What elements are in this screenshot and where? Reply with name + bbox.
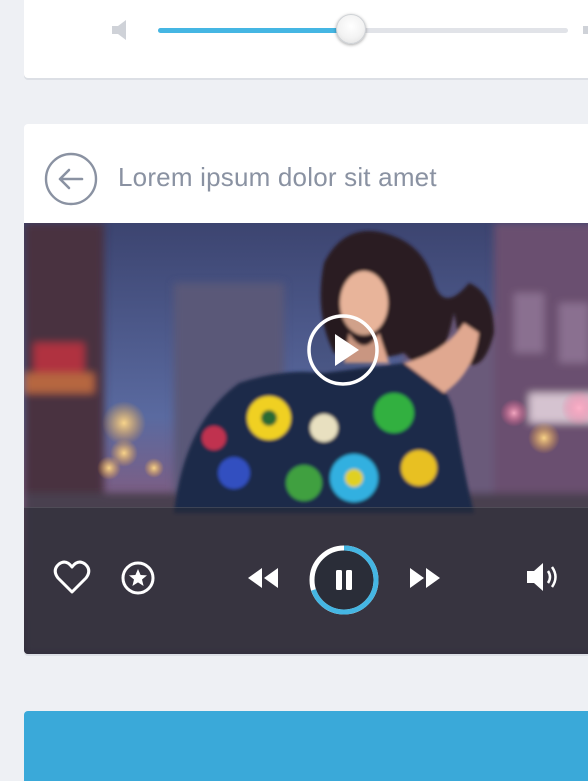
volume-slider[interactable]: [158, 14, 568, 44]
star-circle-icon[interactable]: [120, 560, 156, 596]
rewind-icon[interactable]: [244, 564, 280, 592]
heart-icon[interactable]: [52, 560, 92, 596]
speaker-loud-icon[interactable]: [581, 18, 588, 42]
video-area[interactable]: [24, 223, 588, 654]
volume-slider-fill: [158, 28, 351, 33]
arrow-left-circle-icon: [44, 152, 98, 206]
video-title: Lorem ipsum dolor sit amet: [118, 162, 437, 192]
pause-button[interactable]: [307, 543, 381, 617]
volume-card: [24, 0, 588, 78]
player-controls-bar: [24, 507, 588, 654]
speaker-icon[interactable]: [524, 558, 564, 596]
back-button[interactable]: [44, 152, 98, 206]
fast-forward-icon[interactable]: [408, 564, 444, 592]
bottom-card: [24, 711, 588, 781]
play-circle-icon[interactable]: [306, 313, 380, 387]
volume-slider-thumb[interactable]: [335, 14, 366, 44]
video-player-card: Lorem ipsum dolor sit amet: [24, 124, 588, 654]
speaker-mute-icon[interactable]: [110, 18, 132, 42]
